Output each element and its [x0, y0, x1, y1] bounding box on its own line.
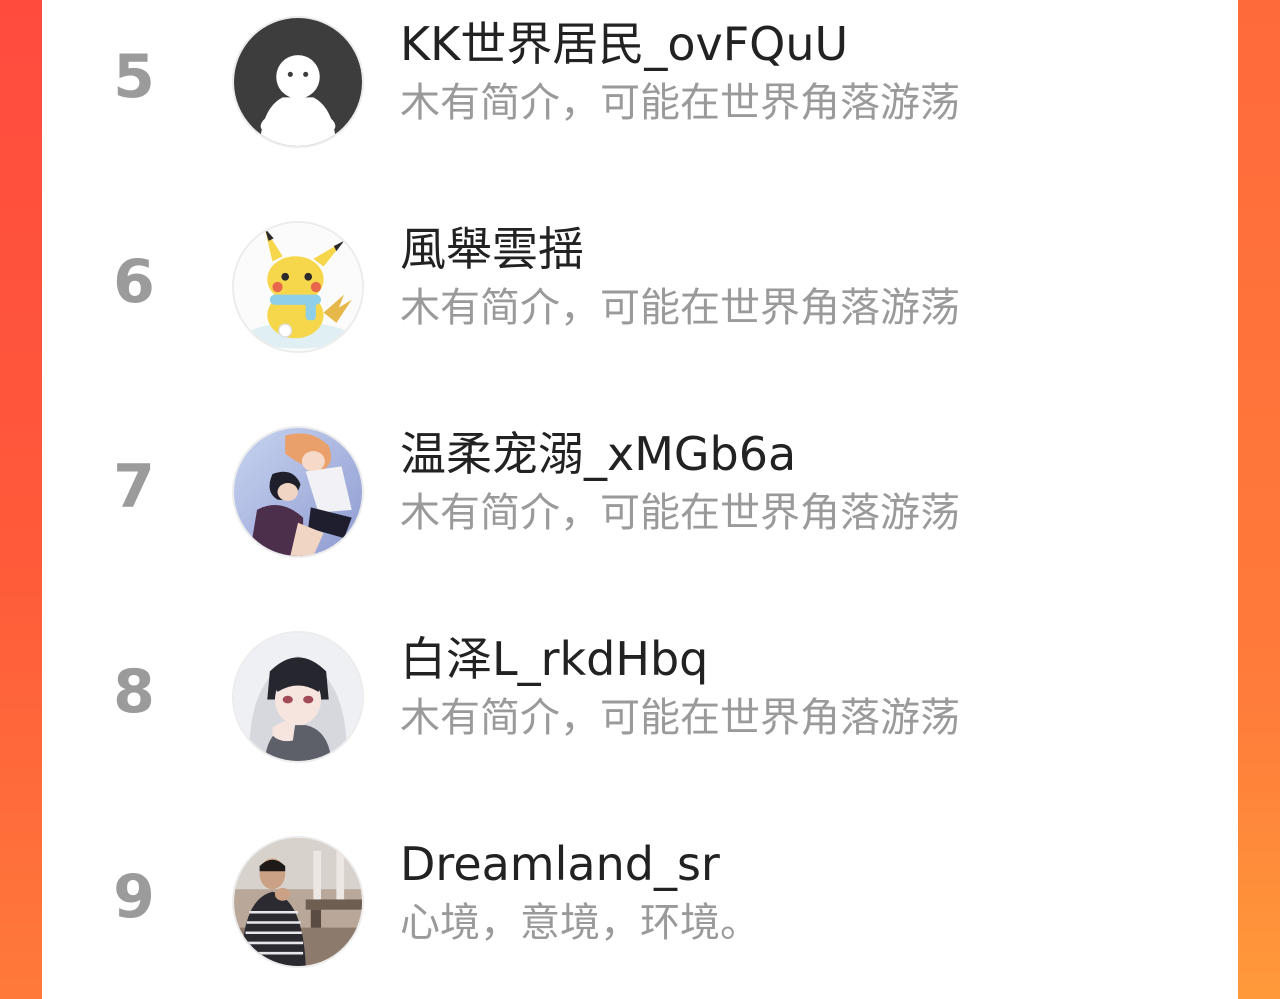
anime-couple-icon: [234, 428, 362, 556]
anime-boy-icon: [234, 633, 362, 761]
ranking-screen: 5 KK世界居民_ovFQuU 木有简介，可能在世界角落游荡 6 風舉雲揺 木有…: [0, 0, 1280, 999]
user-name[interactable]: 温柔宠溺_xMGb6a: [400, 424, 796, 484]
anime-boy-hoodie-avatar[interactable]: [232, 631, 364, 763]
ghost-icon: [234, 18, 362, 146]
anime-couple-avatar[interactable]: [232, 426, 364, 558]
user-name[interactable]: Dreamland_sr: [400, 834, 720, 894]
default-ghost-avatar[interactable]: [232, 16, 364, 148]
ranking-row[interactable]: 7 温柔宠溺_xMGb6a 木有简介，可能在世界角落游荡: [42, 410, 1238, 560]
ranking-card: 5 KK世界居民_ovFQuU 木有简介，可能在世界角落游荡 6 風舉雲揺 木有…: [42, 0, 1238, 999]
user-bio: 木有简介，可能在世界角落游荡: [400, 695, 960, 741]
user-bio: 木有简介，可能在世界角落游荡: [400, 490, 960, 536]
pikachu-avatar[interactable]: [232, 221, 364, 353]
user-name[interactable]: 白泽L_rkdHbq: [400, 629, 708, 689]
user-name[interactable]: KK世界居民_ovFQuU: [400, 14, 848, 74]
user-bio: 木有简介，可能在世界角落游荡: [400, 285, 960, 331]
ranking-row[interactable]: 6 風舉雲揺 木有简介，可能在世界角落游荡: [42, 205, 1238, 355]
photo-man-icon: [234, 838, 362, 966]
ranking-row[interactable]: 8 白泽L_rkdHbq 木有简介，可能在世界角落游荡: [42, 615, 1238, 765]
ranking-row[interactable]: 9 Dreamland_sr 心境，意境，环境。: [42, 820, 1238, 970]
user-name[interactable]: 風舉雲揺: [400, 219, 584, 279]
rank-number: 6: [113, 247, 155, 317]
user-bio: 心境，意境，环境。: [400, 900, 760, 946]
rank-number: 7: [113, 452, 155, 522]
user-bio: 木有简介，可能在世界角落游荡: [400, 80, 960, 126]
rank-number: 8: [113, 657, 155, 727]
pikachu-icon: [234, 223, 362, 351]
rank-number: 5: [113, 42, 155, 112]
photo-man-restaurant-avatar[interactable]: [232, 836, 364, 968]
rank-number: 9: [113, 862, 155, 932]
ranking-row[interactable]: 5 KK世界居民_ovFQuU 木有简介，可能在世界角落游荡: [42, 0, 1238, 150]
background-edge-right: [1238, 0, 1280, 999]
